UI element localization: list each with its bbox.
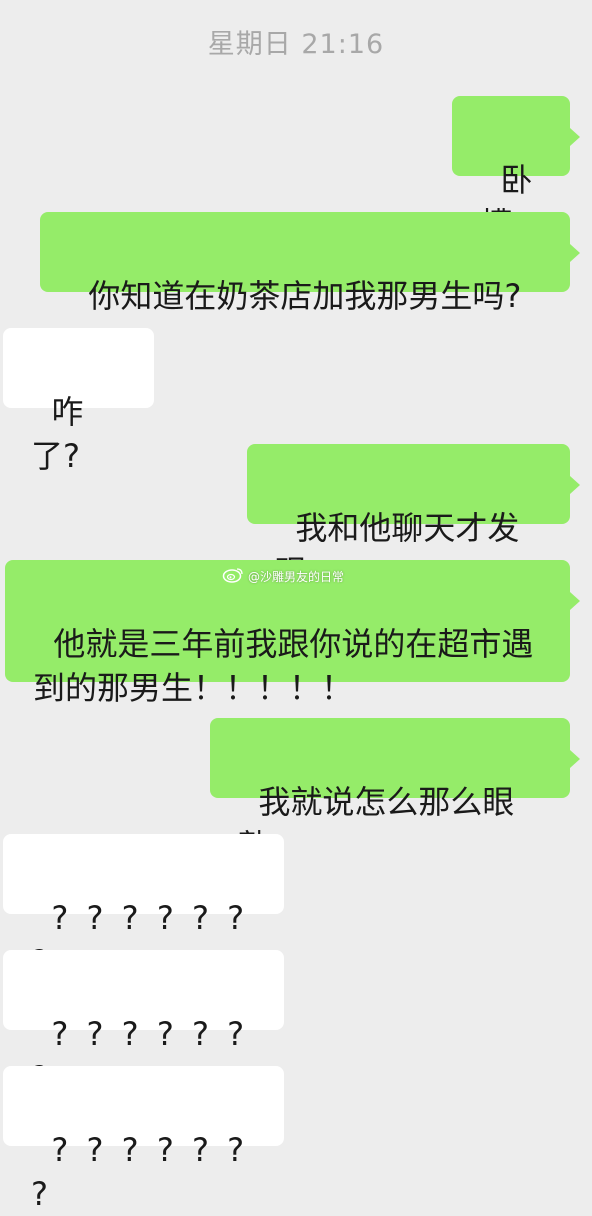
message-text: 咋了? <box>31 393 84 475</box>
watermark-text: @沙雕男友的日常 <box>248 570 345 584</box>
watermark: @沙雕男友的日常 <box>222 567 344 586</box>
message-bubble-received[interactable]: 咋了? <box>3 328 154 475</box>
message-text: ? ? ? ? ? ? ? <box>31 1131 263 1213</box>
message-timestamp: 星期日 21:16 <box>207 29 385 60</box>
message-bubble-received[interactable]: ? ? ? ? ? ? ? <box>3 1066 284 1213</box>
message-text: 他就是三年前我跟你说的在超市遇到的那男生！！！！！ <box>33 625 534 707</box>
message-bubble-sent[interactable]: 我就说怎么那么眼熟 <box>210 718 580 865</box>
message-bubble-sent[interactable]: 我和他聊天才发现 <box>247 444 580 591</box>
message-text: 你知道在奶茶店加我那男生吗? <box>88 277 522 315</box>
weibo-icon <box>222 567 244 586</box>
message-bubble-sent[interactable]: 你知道在奶茶店加我那男生吗? <box>40 212 580 315</box>
message-bubble-received[interactable]: ? ? ? ? ? ? ? <box>3 950 284 1097</box>
message-bubble-received[interactable]: ? ? ? ? ? ? ? <box>3 834 284 981</box>
message-bubble-sent[interactable]: 卧槽 <box>452 96 580 243</box>
